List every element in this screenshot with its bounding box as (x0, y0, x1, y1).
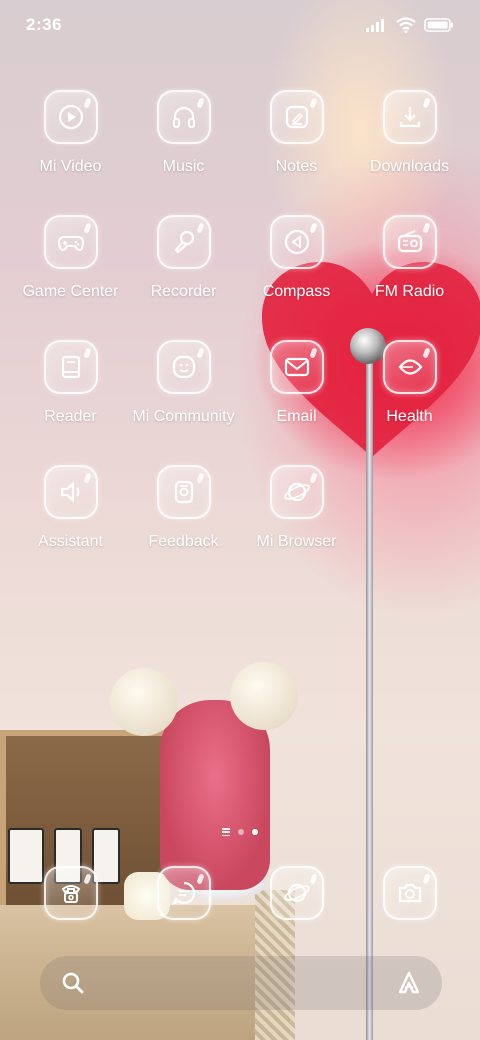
camera-icon (398, 883, 421, 903)
dock-browser[interactable] (240, 866, 353, 920)
app-label: FM Radio (374, 283, 445, 300)
app-downloads[interactable]: Downloads (353, 90, 466, 203)
app-label: Compass (262, 283, 331, 300)
app-icon[interactable] (269, 465, 324, 519)
status-icons (366, 17, 454, 33)
app-icon[interactable] (156, 866, 211, 920)
app-label: Assistant (38, 533, 103, 550)
signal-icon (366, 19, 384, 32)
app-label: Recorder (150, 283, 217, 300)
app-icon[interactable] (43, 90, 98, 144)
app-recorder[interactable]: Recorder (127, 215, 240, 328)
app-label: Music (162, 158, 205, 175)
app-icon[interactable] (382, 340, 437, 394)
dock-messages[interactable] (127, 866, 240, 920)
app-label: Notes (275, 158, 318, 175)
app-icon[interactable] (43, 465, 98, 519)
app-icon[interactable] (269, 215, 324, 269)
app-label: Email (276, 408, 317, 425)
app-mi-community[interactable]: Mi Community (127, 340, 240, 453)
app-label: Feedback (148, 533, 219, 550)
app-mi-browser[interactable]: Mi Browser (240, 465, 353, 578)
app-mi-video[interactable]: Mi Video (14, 90, 127, 203)
clock: 2:36 (26, 15, 63, 34)
app-feedback[interactable]: Feedback (127, 465, 240, 578)
app-icon[interactable] (382, 215, 437, 269)
app-music[interactable]: Music (127, 90, 240, 203)
app-grid: Mi Video Music Notes Downloads Game Cent… (14, 90, 466, 578)
app-label: Mi Browser (256, 533, 337, 550)
app-icon[interactable] (382, 90, 437, 144)
app-icon[interactable] (269, 866, 324, 920)
dock-camera[interactable] (353, 866, 466, 920)
app-icon[interactable] (156, 90, 211, 144)
app-icon[interactable] (156, 215, 211, 269)
figurine-ear-right (230, 662, 298, 730)
feedback-icon (174, 480, 193, 504)
app-assistant[interactable]: Assistant (14, 465, 127, 578)
book-icon (61, 355, 80, 379)
microphone-icon (173, 230, 194, 254)
app-icon[interactable] (43, 866, 98, 920)
status-bar: 2:36 (0, 0, 480, 50)
radio-icon (397, 230, 422, 253)
app-icon[interactable] (156, 465, 211, 519)
leaf-icon (398, 359, 422, 375)
search-bar[interactable] (40, 956, 442, 1010)
app-health[interactable]: Health (353, 340, 466, 453)
app-reader[interactable]: Reader (14, 340, 127, 453)
app-label: Reader (44, 408, 97, 425)
gamepad-icon (57, 236, 84, 251)
app-icon[interactable] (382, 866, 437, 920)
app-notes[interactable]: Notes (240, 90, 353, 203)
dock-phone[interactable] (14, 866, 127, 920)
app-label: Mi Community (132, 408, 235, 425)
headphones-icon (172, 106, 195, 128)
app-icon[interactable] (43, 215, 98, 269)
speaker-icon (60, 481, 79, 503)
app-email[interactable]: Email (240, 340, 353, 453)
app-icon[interactable] (269, 340, 324, 394)
page-dot-2-active (252, 829, 258, 835)
app-label: Health (386, 408, 433, 425)
app-fm-radio[interactable]: FM Radio (353, 215, 466, 328)
wifi-icon (396, 17, 416, 33)
download-icon (399, 107, 420, 128)
play-icon (58, 104, 83, 130)
figurine-body (160, 700, 270, 890)
phone-icon (61, 885, 80, 903)
compass-icon (284, 229, 309, 255)
battery-icon (424, 18, 453, 32)
assistant-a-icon[interactable] (396, 970, 422, 996)
pencil-icon (285, 105, 308, 129)
page-dot-1 (238, 829, 244, 835)
app-label: Downloads (369, 158, 450, 175)
app-icon[interactable] (269, 90, 324, 144)
app-label: Game Center (22, 283, 119, 300)
page-indicator[interactable] (0, 828, 480, 836)
dock (14, 866, 466, 920)
app-icon[interactable] (43, 340, 98, 394)
app-icon[interactable] (156, 340, 211, 394)
planet-icon (283, 883, 310, 903)
app-compass[interactable]: Compass (240, 215, 353, 328)
planet-icon (283, 482, 310, 502)
app-label: Mi Video (39, 158, 102, 175)
app-game-center[interactable]: Game Center (14, 215, 127, 328)
envelope-icon (284, 357, 309, 377)
search-icon[interactable] (60, 970, 86, 996)
page-list-icon (222, 828, 230, 836)
smiley-icon (172, 355, 195, 379)
message-icon (171, 881, 195, 906)
figurine-ear-left (110, 668, 178, 736)
